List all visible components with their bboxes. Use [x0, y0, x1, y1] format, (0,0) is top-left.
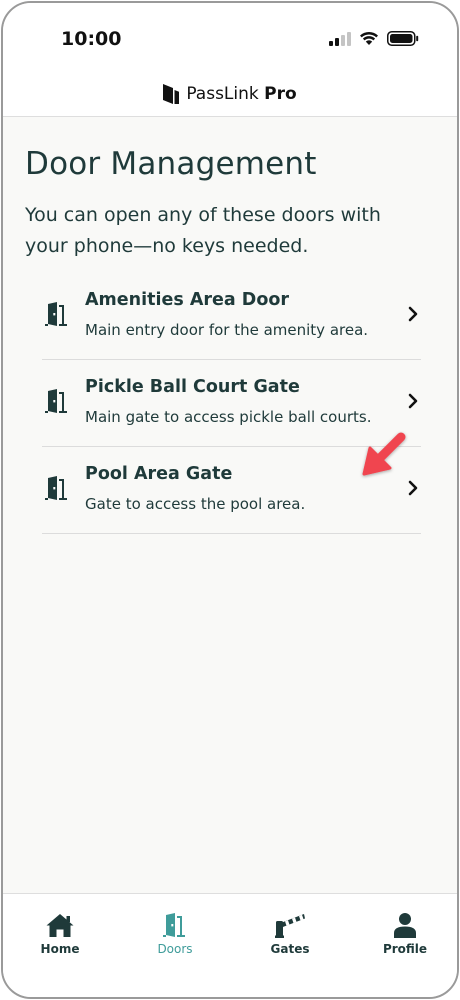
- door-description: Main entry door for the amenity area.: [85, 321, 369, 339]
- brand-prefix: PassLink: [186, 83, 259, 104]
- brand: PassLink Pro: [163, 83, 297, 104]
- door-description: Gate to access the pool area.: [85, 495, 306, 513]
- door-name: Pickle Ball Court Gate: [85, 377, 300, 397]
- page-description: You can open any of these doors with you…: [25, 204, 381, 257]
- phone-screen: 10:00 PassLink Pro Door Management You c…: [1, 1, 459, 999]
- chevron-right-icon: [408, 306, 418, 322]
- nav-label: Profile: [382, 942, 428, 956]
- nav-item-profile[interactable]: Profile: [360, 912, 450, 956]
- door-icon: [163, 913, 185, 937]
- nav-label: Doors: [157, 942, 193, 956]
- battery-icon: [387, 31, 419, 46]
- page-title: Door Management: [25, 146, 317, 182]
- app-header: PassLink Pro: [3, 73, 457, 117]
- status-time: 10:00: [61, 28, 122, 50]
- door-item-amenities[interactable]: Amenities Area Door Main entry door for …: [42, 273, 421, 360]
- door-list: Amenities Area Door Main entry door for …: [42, 273, 421, 534]
- brand-suffix: Pro: [264, 83, 297, 104]
- door-name: Amenities Area Door: [85, 290, 289, 310]
- status-icons: [329, 31, 419, 46]
- person-icon: [394, 913, 416, 938]
- pointer-arrow-icon: [362, 432, 406, 476]
- door-icon: [45, 302, 67, 326]
- wifi-icon: [360, 31, 378, 45]
- bottom-nav: Home Doors Gates Profile: [3, 893, 457, 997]
- passlink-logo-icon: [163, 83, 180, 104]
- nav-item-home[interactable]: Home: [15, 912, 105, 956]
- door-description: Main gate to access pickle ball courts.: [85, 408, 372, 426]
- nav-item-doors[interactable]: Doors: [130, 912, 220, 956]
- signal-icon: [329, 31, 351, 46]
- status-bar: 10:00: [3, 3, 457, 73]
- home-icon: [46, 914, 74, 937]
- chevron-right-icon: [408, 480, 418, 496]
- door-icon: [45, 476, 67, 500]
- gate-barrier-icon: [275, 914, 305, 938]
- door-icon: [45, 389, 67, 413]
- brand-name: PassLink Pro: [186, 84, 296, 104]
- door-name: Pool Area Gate: [85, 464, 233, 484]
- nav-label: Gates: [270, 942, 310, 956]
- chevron-right-icon: [408, 393, 418, 409]
- nav-label: Home: [40, 942, 80, 956]
- nav-item-gates[interactable]: Gates: [245, 912, 335, 956]
